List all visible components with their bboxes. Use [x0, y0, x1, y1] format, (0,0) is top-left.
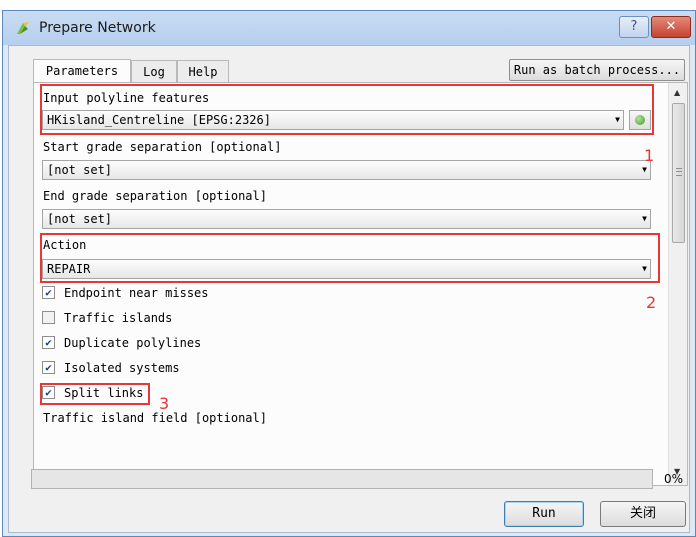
- highlight-box-3: [40, 383, 150, 405]
- tab-help[interactable]: Help: [177, 60, 229, 82]
- checkbox-checked-icon[interactable]: ✔: [42, 361, 55, 374]
- chevron-down-icon: ▼: [642, 214, 647, 223]
- highlight-box-2: [40, 233, 660, 283]
- annotation-number: 3: [159, 394, 170, 413]
- qgis-logo-icon: [17, 22, 29, 34]
- run-button[interactable]: Run: [504, 501, 584, 527]
- grip-icon: [676, 168, 682, 176]
- title-bar: Prepare Network ? ✕: [3, 11, 695, 45]
- end-grade-value: [not set]: [47, 212, 113, 226]
- close-button[interactable]: 关闭: [600, 501, 686, 527]
- checkbox-checked-icon[interactable]: ✔: [42, 286, 55, 299]
- close-title-button[interactable]: ✕: [651, 16, 691, 38]
- start-grade-select[interactable]: [not set] ▼: [42, 160, 651, 180]
- annotation-number: 1: [644, 146, 655, 165]
- highlight-box-1: [40, 84, 654, 135]
- progress-percent: 0%: [664, 472, 684, 486]
- help-title-button[interactable]: ?: [619, 16, 649, 38]
- tab-parameters[interactable]: Parameters: [33, 59, 131, 83]
- scrollbar-thumb[interactable]: [672, 103, 685, 243]
- checkbox-label: Endpoint near misses: [64, 286, 209, 300]
- traffic-island-field-label: Traffic island field [optional]: [43, 411, 267, 425]
- checkbox-label: Isolated systems: [64, 361, 180, 375]
- background-strip: [0, 0, 696, 10]
- prepare-network-dialog: Prepare Network ? ✕ Parameters Log Help …: [2, 10, 696, 537]
- end-grade-select[interactable]: [not set] ▼: [42, 209, 651, 229]
- checkbox-checked-icon[interactable]: ✔: [42, 336, 55, 349]
- checkbox-unchecked-icon[interactable]: [42, 311, 55, 324]
- parameters-panel: Input polyline features HKisland_Centrel…: [33, 82, 688, 486]
- checkbox-label: Traffic islands: [64, 311, 173, 325]
- tab-log[interactable]: Log: [131, 60, 177, 82]
- vertical-scrollbar[interactable]: ▲ ▼: [668, 83, 687, 485]
- window-title: Prepare Network: [39, 20, 156, 36]
- scroll-up-icon[interactable]: ▲: [674, 88, 680, 97]
- end-grade-label: End grade separation [optional]: [43, 189, 267, 203]
- annotation-number: 2: [646, 293, 657, 312]
- start-grade-value: [not set]: [47, 163, 113, 177]
- progress-bar: [31, 469, 653, 489]
- run-as-batch-button[interactable]: Run as batch process...: [509, 59, 685, 81]
- dialog-body: Parameters Log Help Run as batch process…: [8, 45, 690, 533]
- start-grade-label: Start grade separation [optional]: [43, 140, 282, 154]
- checkbox-label: Duplicate polylines: [64, 336, 202, 350]
